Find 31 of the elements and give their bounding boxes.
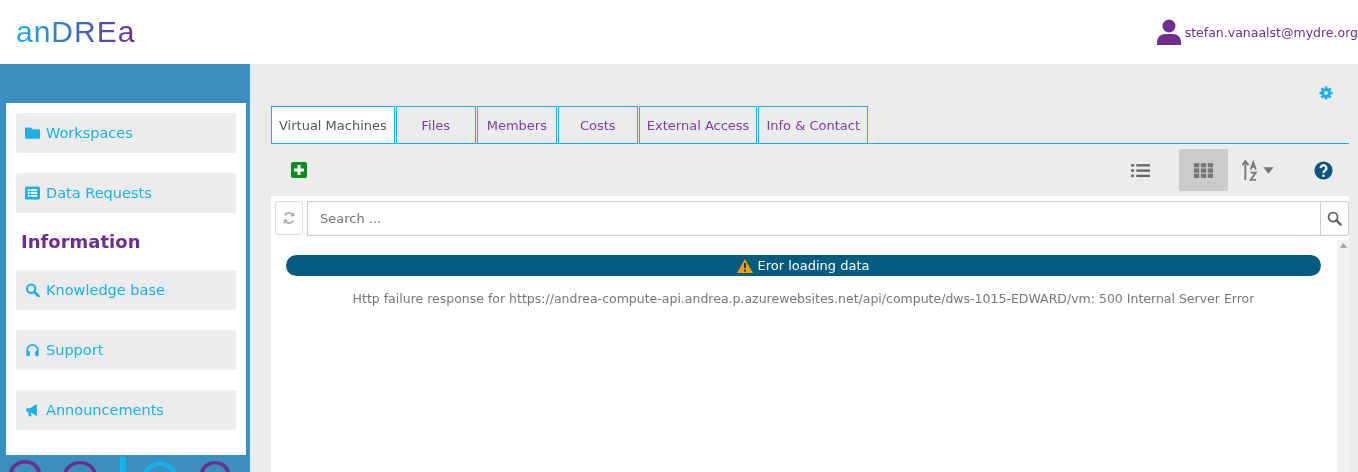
grid-icon [1194, 162, 1213, 178]
search-button[interactable] [1321, 201, 1349, 236]
refresh-icon [282, 211, 296, 225]
tab[interactable]: Virtual Machines [271, 106, 395, 143]
error-title: Eror loading data [757, 258, 870, 273]
tab[interactable]: Info & Contact [758, 106, 868, 143]
headphones-icon [25, 343, 40, 357]
grid-view-button[interactable] [1179, 149, 1228, 191]
refresh-button[interactable] [275, 201, 303, 235]
user-email[interactable]: stefan.vanaalst@mydre.org [1184, 24, 1358, 40]
sort-icon[interactable] [1242, 159, 1276, 181]
megaphone-icon [25, 403, 40, 417]
tab[interactable]: Costs [557, 106, 638, 143]
add-icon[interactable] [291, 162, 307, 178]
search-icon [1327, 211, 1342, 226]
warning-icon [737, 258, 754, 273]
help-icon[interactable] [1314, 160, 1333, 180]
settings-icon[interactable] [1319, 86, 1333, 100]
tab[interactable]: Members [476, 106, 557, 143]
folder-icon [25, 126, 40, 140]
user-icon [1156, 19, 1181, 45]
sidebar-heading: Information [20, 231, 142, 252]
scroll-up-icon[interactable] [1339, 243, 1347, 248]
scrollbar[interactable] [1337, 240, 1349, 472]
error-message: Http failure response for https://andrea-compute-api.andrea.p.azurewebsites.net/api/compute/dws-1015-EDWARD/vm: 500 Internal Server Error [351, 291, 1256, 306]
list-icon [25, 186, 40, 200]
tab[interactable]: Files [395, 106, 476, 143]
list-icon [1131, 162, 1150, 178]
tab[interactable]: External Access [638, 106, 758, 143]
search-icon [25, 283, 40, 297]
search-field[interactable]: Search ... [307, 201, 1321, 236]
